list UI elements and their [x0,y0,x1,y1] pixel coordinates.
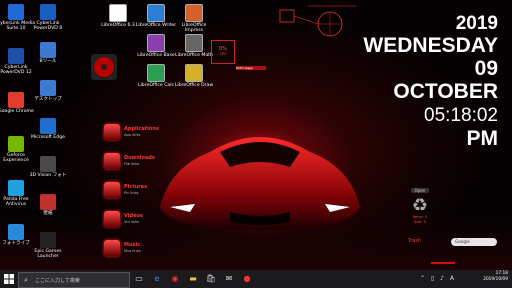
menu-item-title: Videos [124,213,143,219]
desktop-icon-label: Bツール [39,59,57,64]
menu-item-subtitle: Mus links [124,249,141,253]
mail-icon[interactable]: ✉ [222,272,236,286]
store-icon[interactable]: 🛍 [204,272,218,286]
chrome-icon[interactable]: ◉ [168,272,182,286]
office-icon[interactable]: LibreOffice Impress [172,4,216,34]
taskbar-clock[interactable]: 17:18 2019/10/09 [483,271,508,283]
taskbar-search-placeholder[interactable]: ここに入力して検索 [35,277,80,284]
desktop-icon[interactable]: 3D Vision フォト [26,156,70,178]
system-tray-icons[interactable]: ⌃ ▯ ♪ A [420,275,456,282]
clock-weekday: WEDNESDAY [363,34,498,57]
trash-label[interactable]: Trash [408,238,421,244]
clock-year: 2019 [455,13,498,34]
office-icon[interactable]: LibreOffice Draw [172,64,216,88]
music-player-gadget[interactable] [84,54,124,84]
app-icon [40,232,56,248]
desktop: 0% CPU RAM Usage CyberLink Media Suite 1… [0,0,512,270]
app-icon [40,156,56,172]
folder-icon [104,124,120,140]
launcher-menu-item[interactable]: Videos Vid links [104,211,164,235]
taskbar: ⌕ ここに入力して検索 ▭ e ◉ ▬ 🛍 ✉ ● ⌃ ▯ ♪ A 17:18 … [0,270,512,288]
ram-label: RAM Usage [236,66,253,70]
document-icon [109,4,127,22]
clock-day: 09 [474,57,498,80]
desktop-icon-label: Epic Games Launcher [34,249,62,260]
document-icon [185,34,203,52]
app-icon [8,224,24,240]
menu-item-subtitle: Pic links [124,191,139,195]
search-icon: ⌕ [24,276,28,284]
launcher-menu-item[interactable]: Pictures Pic links [104,182,164,206]
desktop-icon-label: Microsoft Edge [31,135,65,140]
app-icon[interactable]: ● [240,272,254,286]
office-icon-label: LibreOffice Impress [181,23,207,34]
explorer-icon[interactable]: ▬ [186,272,200,286]
app-icon [8,48,24,64]
app-icon [40,194,56,210]
desktop-icon-label: デスクトップ [34,97,62,102]
taskbar-date: 2019/10/09 [483,277,508,282]
ram-bar: RAM Usage [236,66,266,70]
app-icon [40,42,56,58]
menu-item-title: Pictures [124,184,148,190]
recycle-open-button[interactable]: Open [411,188,429,193]
folder-icon [104,211,120,227]
folder-icon [104,240,120,256]
office-icon-label: LibreOffice Draw [174,83,214,88]
windows-start-icon[interactable] [3,273,15,285]
desktop-icon-label: CyberLink PowerDVD 8 [33,21,63,32]
launcher-menu-item[interactable]: Applications App links [104,124,164,148]
menu-item-title: Applications [124,126,159,132]
menu-item-subtitle: Vid links [124,220,140,224]
recycle-icon[interactable]: ♻ [404,197,436,215]
taskbar-search[interactable]: ⌕ ここに入力して検索 [18,272,130,288]
clock-ampm: PM [466,127,499,150]
document-icon [147,34,165,52]
folder-icon [104,182,120,198]
app-icon [8,136,24,152]
desktop-icon[interactable]: デスクトップ [26,80,70,102]
launcher-menu-item[interactable]: Music Mus links [104,240,164,264]
app-icon [8,92,24,108]
app-icon [40,4,56,20]
edge-icon[interactable]: e [150,272,164,286]
task-view-icon[interactable]: ▭ [132,272,146,286]
menu-item-title: Downloads [124,155,155,161]
office-icon[interactable]: LibreOffice Math [172,34,216,58]
desktop-icon-label: 3D Vision フォト [29,173,67,178]
progress-bar [431,262,455,264]
clock-month: OCTOBER [393,80,498,103]
app-icon [40,80,56,96]
recycle-size: Size: 0 [413,220,427,224]
app-icon [40,118,56,134]
desktop-icon-label: CyberLink PowerDVD 12 [0,65,32,76]
app-icon [8,180,24,196]
document-icon [147,4,165,22]
document-icon [185,64,203,82]
desktop-icon-label: Google Chrome [0,109,34,114]
app-icon [8,4,24,20]
document-icon [185,4,203,22]
clock-time: 05:18:02 [424,105,498,126]
disc-icon [91,54,117,80]
desktop-icon[interactable]: 壁紙 [26,194,70,216]
launcher-menu-item[interactable]: Downloads File links [104,153,164,177]
google-search-gadget[interactable]: Google [451,238,497,246]
document-icon [147,64,165,82]
desktop-icon[interactable]: Bツール [26,42,70,64]
desktop-icon-label: 壁紙 [43,211,53,216]
desktop-icon[interactable]: Microsoft Edge [26,118,70,140]
menu-item-subtitle: File links [124,162,140,166]
menu-item-subtitle: App links [124,133,141,137]
desktop-icon[interactable]: CyberLink PowerDVD 8 [26,4,70,32]
desktop-clock: 2019 WEDNESDAY 09 OCTOBER 05:18:02 PM [298,14,498,149]
menu-item-title: Music [124,242,141,248]
recycle-bin-gadget[interactable]: Open ♻ Items: 0 Size: 0 [404,188,436,225]
folder-icon [104,153,120,169]
office-icon-label: LibreOffice Math [175,53,213,58]
desktop-icon[interactable]: Epic Games Launcher [26,232,70,260]
